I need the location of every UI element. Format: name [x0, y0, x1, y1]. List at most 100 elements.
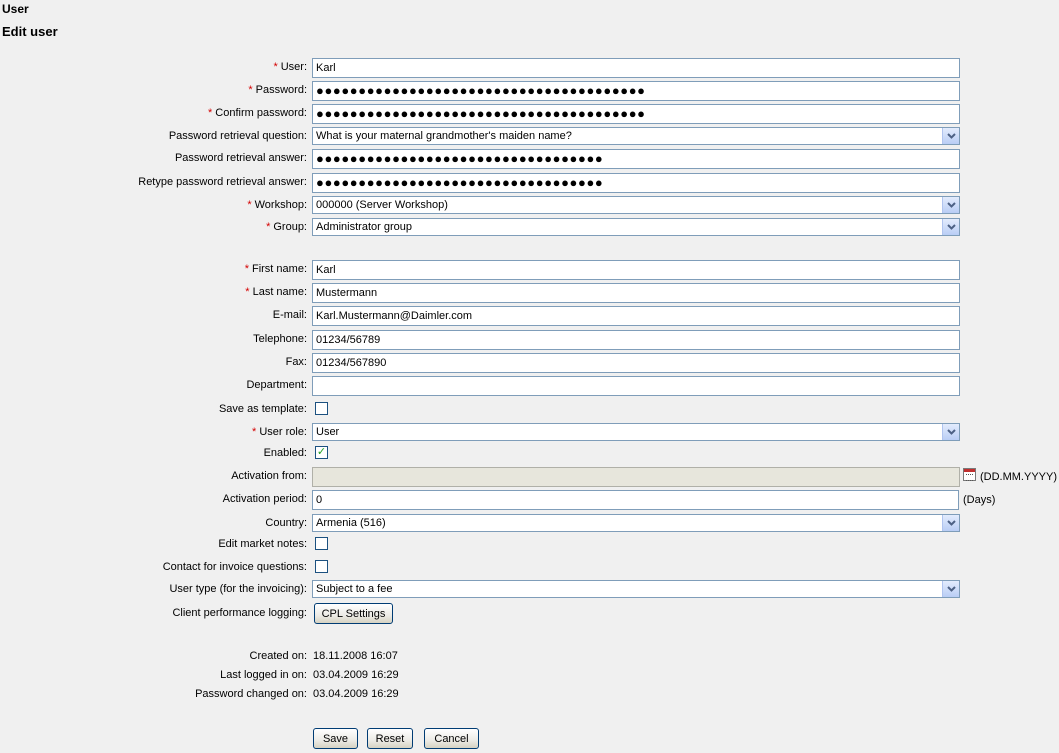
contact-invoice-row: Contact for invoice questions:	[0, 558, 1059, 578]
telephone-label: Telephone:	[253, 333, 307, 345]
telephone-input[interactable]: 01234/56789	[312, 330, 960, 350]
user-label: * User:	[273, 61, 307, 73]
department-row: Department:	[0, 376, 1059, 396]
created-on-row: Created on: 18.11.2008 16:07	[0, 647, 1059, 667]
group-label: * Group:	[266, 221, 307, 233]
fax-input[interactable]: 01234/567890	[312, 353, 960, 373]
enabled-checkbox[interactable]: ✓	[315, 446, 328, 459]
reset-button[interactable]: Reset	[367, 728, 413, 749]
retrieval-answer-label: Password retrieval answer:	[174, 152, 307, 164]
fax-row: Fax: 01234/567890	[0, 353, 1059, 373]
required-marker: *	[273, 61, 278, 73]
cancel-button[interactable]: Cancel	[424, 728, 479, 749]
last-name-input[interactable]: Mustermann	[312, 283, 960, 303]
workshop-select[interactable]: 000000 (Server Workshop)	[312, 196, 960, 214]
retype-retrieval-answer-row: Retype password retrieval answer: ●●●●●●…	[0, 173, 1059, 193]
first-name-label: * First name:	[244, 263, 307, 275]
edit-market-notes-label: Edit market notes:	[218, 538, 307, 550]
confirm-password-row: * Confirm password: ●●●●●●●●●●●●●●●●●●●●●…	[0, 104, 1059, 124]
fax-label: Fax:	[285, 356, 307, 368]
last-logged-in-label: Last logged in on:	[220, 669, 307, 681]
chevron-down-icon[interactable]	[942, 197, 959, 213]
user-type-row: User type (for the invoicing): Subject t…	[0, 580, 1059, 600]
save-as-template-label: Save as template:	[218, 403, 307, 415]
department-label: Department:	[246, 379, 307, 391]
confirm-password-label: * Confirm password:	[208, 107, 307, 119]
chevron-down-icon[interactable]	[942, 128, 959, 144]
user-input[interactable]: Karl	[312, 58, 960, 78]
page-title: Edit user	[2, 24, 58, 39]
country-select[interactable]: Armenia (516)	[312, 514, 960, 532]
created-on-value: 18.11.2008 16:07	[313, 650, 398, 662]
password-input[interactable]: ●●●●●●●●●●●●●●●●●●●●●●●●●●●●●●●●●●●●●●●	[312, 81, 960, 101]
required-marker: *	[252, 426, 257, 438]
activation-from-row: Activation from: (DD.MM.YYYY)	[0, 467, 1059, 487]
password-row: * Password: ●●●●●●●●●●●●●●●●●●●●●●●●●●●●●…	[0, 81, 1059, 101]
user-type-select[interactable]: Subject to a fee	[312, 580, 960, 598]
days-hint: (Days)	[963, 494, 996, 506]
user-type-label: User type (for the invoicing):	[169, 583, 307, 595]
telephone-row: Telephone: 01234/56789	[0, 330, 1059, 350]
retype-retrieval-answer-label: Retype password retrieval answer:	[138, 176, 307, 188]
confirm-password-input[interactable]: ●●●●●●●●●●●●●●●●●●●●●●●●●●●●●●●●●●●●●●●	[312, 104, 960, 124]
check-icon: ✓	[316, 446, 327, 458]
activation-period-input[interactable]: 0	[312, 490, 959, 510]
workshop-value: 000000 (Server Workshop)	[316, 199, 448, 211]
password-changed-row: Password changed on: 03.04.2009 16:29	[0, 685, 1059, 705]
retrieval-question-select[interactable]: What is your maternal grandmother's maid…	[312, 127, 960, 145]
retrieval-answer-input[interactable]: ●●●●●●●●●●●●●●●●●●●●●●●●●●●●●●●●●●	[312, 149, 960, 169]
save-button[interactable]: Save	[313, 728, 358, 749]
section-title: User	[2, 2, 29, 16]
required-marker: *	[245, 286, 250, 298]
retrieval-answer-row: Password retrieval answer: ●●●●●●●●●●●●●…	[0, 149, 1059, 169]
required-marker: *	[247, 199, 252, 211]
edit-market-notes-row: Edit market notes:	[0, 535, 1059, 555]
chevron-down-icon[interactable]	[942, 424, 959, 440]
user-role-row: * User role: User	[0, 423, 1059, 443]
email-label: E-mail:	[272, 309, 307, 321]
password-changed-value: 03.04.2009 16:29	[313, 688, 399, 700]
retrieval-question-label: Password retrieval question:	[168, 130, 307, 142]
country-label: Country:	[265, 517, 307, 529]
enabled-label: Enabled:	[263, 447, 307, 459]
activation-from-label: Activation from:	[231, 470, 307, 482]
save-as-template-checkbox[interactable]	[315, 402, 328, 415]
user-role-select[interactable]: User	[312, 423, 960, 441]
country-value: Armenia (516)	[316, 517, 386, 529]
email-row: E-mail: Karl.Mustermann@Daimler.com	[0, 306, 1059, 326]
edit-market-notes-checkbox[interactable]	[315, 537, 328, 550]
cpl-row: Client performance logging: CPL Settings	[0, 603, 1059, 624]
group-select[interactable]: Administrator group	[312, 218, 960, 236]
workshop-label: * Workshop:	[247, 199, 307, 211]
workshop-row: * Workshop: 000000 (Server Workshop)	[0, 196, 1059, 216]
chevron-down-icon[interactable]	[942, 219, 959, 235]
retype-retrieval-answer-input[interactable]: ●●●●●●●●●●●●●●●●●●●●●●●●●●●●●●●●●●	[312, 173, 960, 193]
required-marker: *	[208, 107, 213, 119]
chevron-down-icon[interactable]	[942, 515, 959, 531]
first-name-input[interactable]: Karl	[312, 260, 960, 280]
user-role-label: * User role:	[252, 426, 307, 438]
activation-from-input	[312, 467, 960, 487]
save-as-template-row: Save as template:	[0, 400, 1059, 420]
retrieval-question-value: What is your maternal grandmother's maid…	[316, 130, 572, 142]
last-logged-in-value: 03.04.2009 16:29	[313, 669, 399, 681]
activation-period-label: Activation period:	[222, 493, 307, 505]
calendar-icon[interactable]	[963, 468, 976, 481]
cpl-settings-button[interactable]: CPL Settings	[314, 603, 393, 624]
department-input[interactable]	[312, 376, 960, 396]
last-logged-in-row: Last logged in on: 03.04.2009 16:29	[0, 666, 1059, 686]
required-marker: *	[266, 221, 271, 233]
group-value: Administrator group	[316, 221, 412, 233]
retrieval-question-row: Password retrieval question: What is you…	[0, 127, 1059, 147]
required-marker: *	[244, 263, 249, 275]
cpl-label: Client performance logging:	[172, 607, 307, 619]
country-row: Country: Armenia (516)	[0, 514, 1059, 534]
contact-invoice-checkbox[interactable]	[315, 560, 328, 573]
required-marker: *	[248, 84, 253, 96]
first-name-row: * First name: Karl	[0, 260, 1059, 280]
chevron-down-icon[interactable]	[942, 581, 959, 597]
email-input[interactable]: Karl.Mustermann@Daimler.com	[312, 306, 960, 326]
password-changed-label: Password changed on:	[195, 688, 307, 700]
password-label: * Password:	[248, 84, 307, 96]
user-row: * User: Karl	[0, 58, 1059, 78]
